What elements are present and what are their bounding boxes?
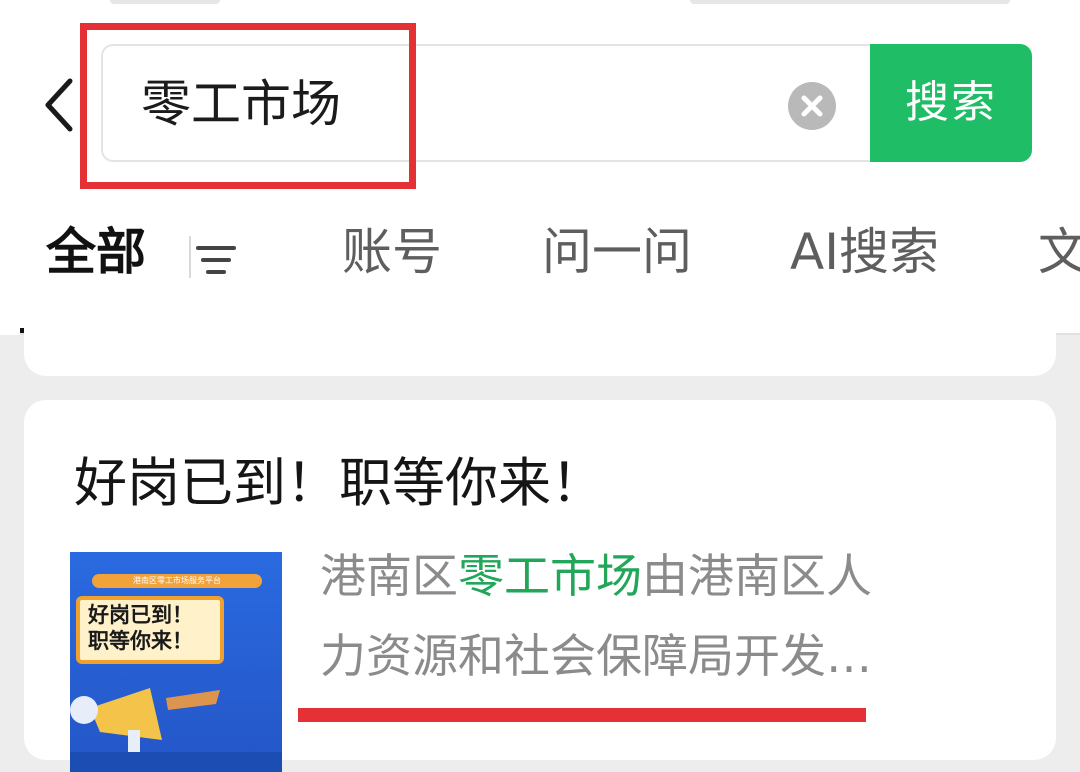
annotation-underline [298,708,866,722]
desc-keyword-highlight: 零工市场 [458,549,642,603]
filter-button[interactable] [188,228,242,284]
result-description-line-2: 力资源和社会保障局开发… [320,629,872,683]
tab-articles[interactable]: 文 [1038,222,1080,282]
result-description-line-1: 港南区零工市场由港南区人 [320,548,872,604]
clear-button[interactable] [788,82,836,130]
annotation-highlight-box [80,23,416,189]
result-title[interactable]: 好岗已到！职等你来！ [74,452,604,516]
filter-icon [189,236,236,278]
thumbnail-line-2: 职等你来！ [88,629,193,653]
tab-ask[interactable]: 问一问 [542,222,692,282]
clear-icon [801,95,823,117]
status-bar-remnant [690,0,1010,4]
tab-ai-search[interactable]: AI搜索 [790,222,939,282]
back-arrow-icon [45,78,73,132]
back-button[interactable] [40,75,84,135]
megaphone-illustration [70,688,282,772]
thumbnail-banner: 港南区零工市场服务平台 [92,574,262,588]
previous-result-card[interactable] [24,320,1056,376]
result-card[interactable]: 好岗已到！职等你来！ 港南区零工市场服务平台 好岗已到！ 职等你来！ 港南区零工… [24,400,1056,772]
tab-all[interactable]: 全部 [46,222,146,282]
thumbnail-line-1: 好岗已到！ [88,603,193,627]
status-bar-remnant [110,0,220,4]
desc-prefix: 港南区 [320,549,458,603]
tab-accounts[interactable]: 账号 [342,222,442,282]
search-button[interactable]: 搜索 [870,44,1032,162]
desc-suffix: 由港南区人 [642,549,872,603]
thumbnail-board: 好岗已到！ 职等你来！ [76,596,224,664]
result-thumbnail[interactable]: 港南区零工市场服务平台 好岗已到！ 职等你来！ [70,552,282,772]
